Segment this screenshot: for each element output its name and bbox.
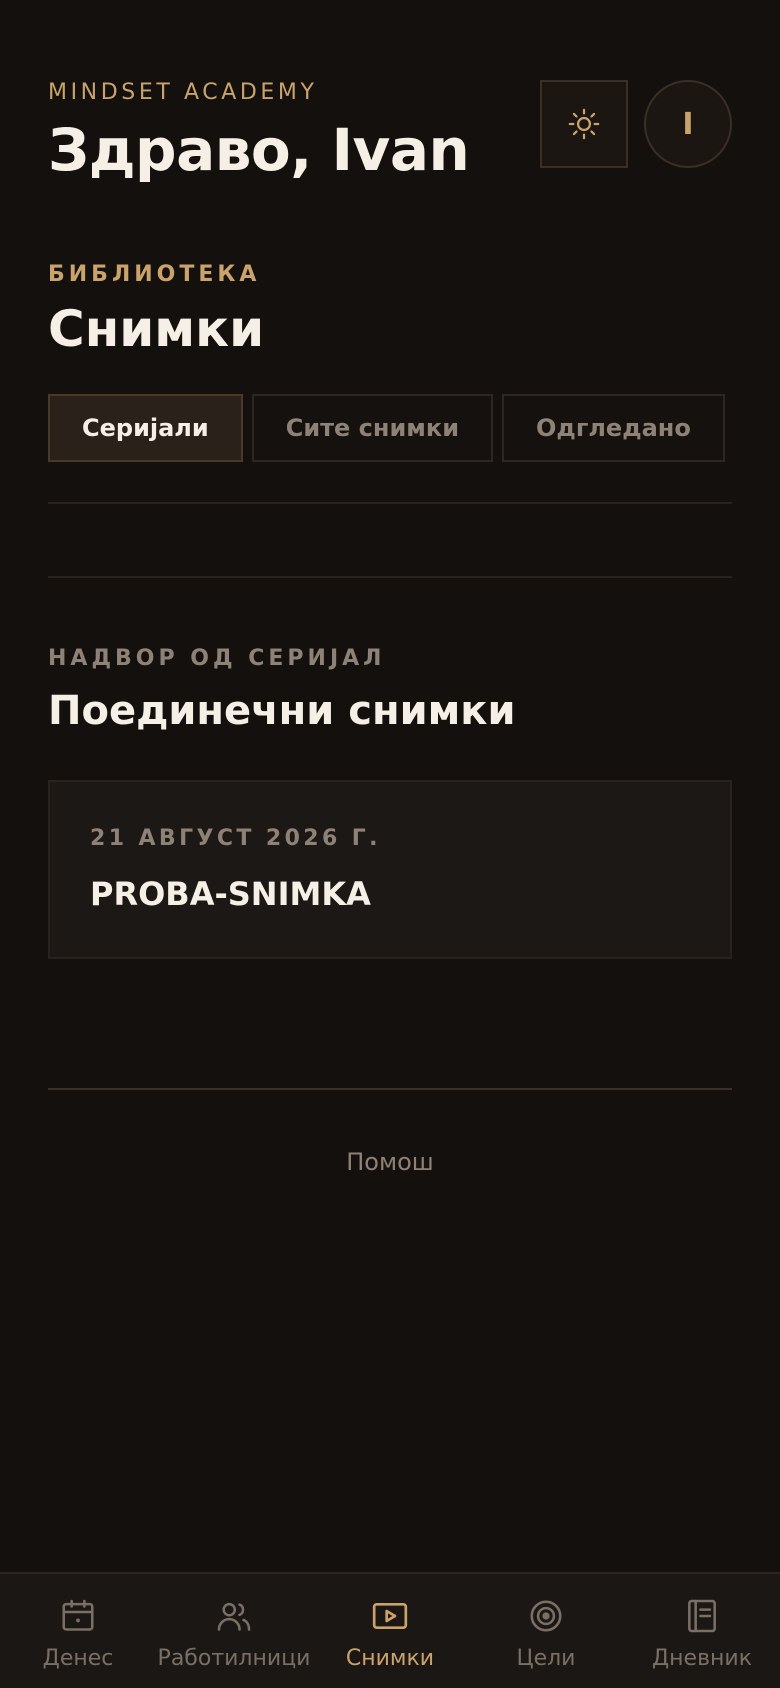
library-label: БИБЛИОТЕКА [48, 262, 261, 287]
tab-series[interactable]: Серијали [48, 394, 243, 462]
help-link[interactable]: Помош [0, 1148, 780, 1176]
bottom-nav: Денес Работилници Снимки Цели Дневник [0, 1572, 780, 1688]
standalone-label: НАДВОР ОД СЕРИЈАЛ [48, 646, 386, 671]
sun-icon [568, 108, 600, 140]
header-actions: I [540, 80, 732, 168]
library-tabs: Серијали Сите снимки Одгледано [48, 394, 725, 462]
nav-label-journal: Дневник [651, 1645, 753, 1671]
users-icon [214, 1596, 254, 1636]
library-title: Снимки [48, 300, 265, 358]
nav-item-today[interactable]: Денес [0, 1574, 156, 1688]
recording-title: PROBA-SNIMKA [90, 875, 371, 913]
journal-icon [682, 1596, 722, 1636]
nav-item-workshops[interactable]: Работилници [156, 1574, 312, 1688]
target-icon [526, 1596, 566, 1636]
play-icon [370, 1596, 410, 1636]
tab-watched[interactable]: Одгледано [502, 394, 725, 462]
standalone-title: Поединечни снимки [48, 688, 516, 734]
calendar-icon [58, 1596, 98, 1636]
nav-label-today: Денес [42, 1645, 114, 1671]
footer-divider [48, 1088, 732, 1090]
nav-label-goals: Цели [516, 1645, 576, 1671]
divider-top [48, 502, 732, 504]
tab-all-recordings[interactable]: Сите снимки [251, 394, 494, 462]
theme-toggle-button[interactable] [540, 80, 628, 168]
page-header: MINDSET ACADEMY Здраво, Ivan I [48, 80, 732, 190]
nav-item-goals[interactable]: Цели [468, 1574, 624, 1688]
nav-item-journal[interactable]: Дневник [624, 1574, 780, 1688]
nav-item-recordings[interactable]: Снимки [312, 1574, 468, 1688]
recording-card[interactable]: 21 АВГУСТ 2026 Г. PROBA-SNIMKA [48, 780, 732, 959]
nav-label-workshops: Работилници [157, 1645, 311, 1671]
nav-label-recordings: Снимки [345, 1645, 435, 1671]
divider-bottom [48, 576, 732, 578]
recording-date: 21 АВГУСТ 2026 Г. [90, 826, 381, 851]
avatar[interactable]: I [644, 80, 732, 168]
